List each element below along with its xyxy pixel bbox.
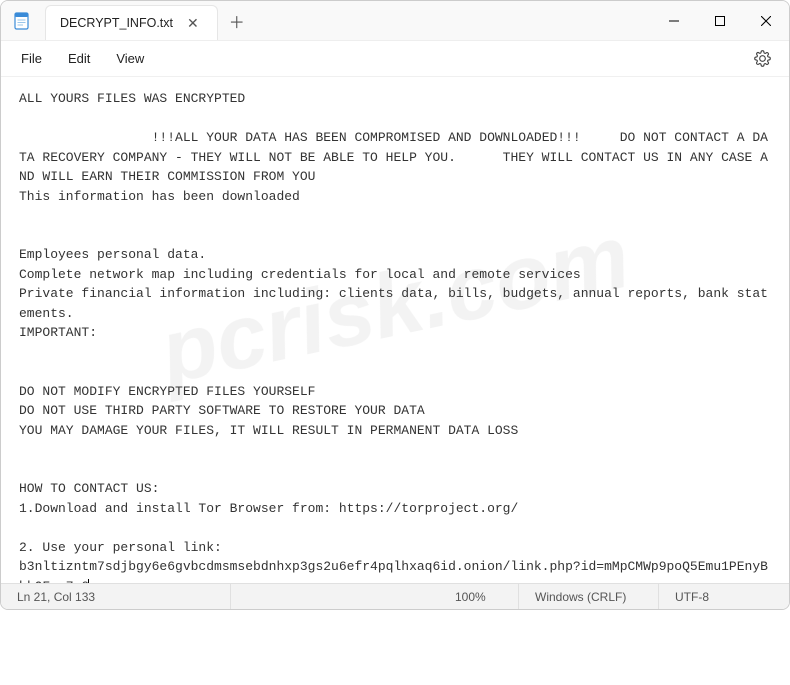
close-window-button[interactable] (743, 1, 789, 40)
menu-file[interactable]: File (11, 47, 52, 70)
menu-view[interactable]: View (106, 47, 154, 70)
gear-icon (754, 50, 771, 67)
close-tab-icon[interactable]: ✕ (183, 15, 203, 32)
status-bar: Ln 21, Col 133 100% Windows (CRLF) UTF-8 (1, 583, 789, 609)
notepad-app-icon (1, 1, 43, 40)
menu-bar: File Edit View (1, 41, 789, 77)
minimize-button[interactable] (651, 1, 697, 40)
status-encoding[interactable]: UTF-8 (659, 584, 789, 609)
menu-edit[interactable]: Edit (58, 47, 100, 70)
maximize-button[interactable] (697, 1, 743, 40)
status-position: Ln 21, Col 133 (1, 584, 231, 609)
text-editor-area[interactable]: ALL YOURS FILES WAS ENCRYPTED !!!ALL YOU… (1, 77, 789, 583)
notepad-window: DECRYPT_INFO.txt ✕ ＋ File Edit View (0, 0, 790, 610)
status-line-endings[interactable]: Windows (CRLF) (519, 584, 659, 609)
status-zoom[interactable]: 100% (439, 584, 519, 609)
settings-button[interactable] (746, 46, 779, 71)
new-tab-button[interactable]: ＋ (218, 1, 256, 40)
text-caret (88, 579, 89, 584)
window-controls (651, 1, 789, 40)
title-bar: DECRYPT_INFO.txt ✕ ＋ (1, 1, 789, 41)
document-tab[interactable]: DECRYPT_INFO.txt ✕ (45, 5, 218, 40)
tab-title: DECRYPT_INFO.txt (60, 16, 173, 30)
